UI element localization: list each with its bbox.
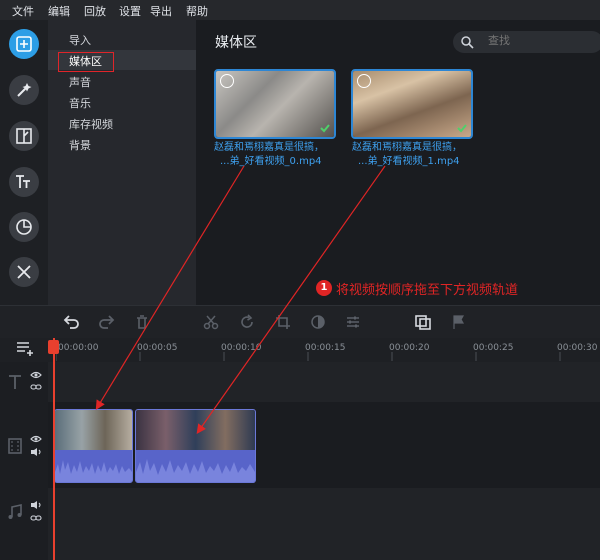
instruction-text: 将视频按顺序拖至下方视频轨道 bbox=[336, 283, 519, 298]
step-number-badge: 1 bbox=[316, 280, 332, 296]
